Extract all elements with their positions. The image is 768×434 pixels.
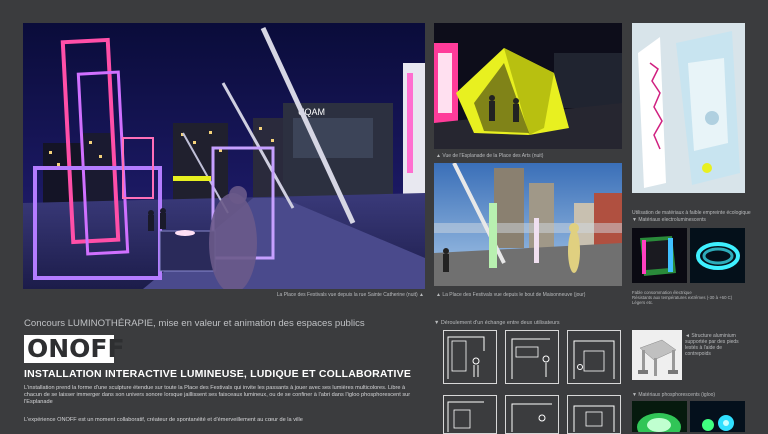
onoff-logo: ONOFF xyxy=(24,335,125,363)
day-render-photo xyxy=(434,163,622,286)
day-photo-caption: ▲ La Place des Festivals vue depuis le b… xyxy=(436,292,586,298)
sequence-title: ▼ Déroulement d'un échange entre deux ut… xyxy=(434,320,560,326)
igloo-photo-caption: ▲ Vue de l'Esplanade de la Place des Art… xyxy=(436,153,544,159)
project-tagline: L'expérience ONOFF est un moment collabo… xyxy=(24,417,303,423)
site-plan xyxy=(632,23,745,193)
materials-intro: Utilisation de matériaux à faible emprei… xyxy=(632,210,751,216)
structure-model-photo xyxy=(632,330,682,380)
onoff-logo-text: ONOFF xyxy=(27,334,125,363)
materials-electro-title: ▼ Matériaux electroluminescents xyxy=(632,217,706,223)
phospho-title: ▼ Matériaux phosphorescents (igloo) xyxy=(632,392,716,398)
electro-chair-photo xyxy=(632,228,687,283)
sketch-step-6 xyxy=(567,395,621,434)
sketch-step-3 xyxy=(567,330,621,384)
main-photo-caption: La Place des Festivals vue depuis la rue… xyxy=(276,292,424,298)
sketch-step-2 xyxy=(505,330,559,384)
sketch-step-5 xyxy=(505,395,559,434)
sketch-step-1 xyxy=(443,330,497,384)
electro-wire-photo xyxy=(690,228,745,283)
main-night-render: UQAM xyxy=(23,23,425,289)
sketch-step-4 xyxy=(443,395,497,434)
phospho-photo-1 xyxy=(632,401,687,432)
electro-note: Fable consommation électrique Résistants… xyxy=(632,290,733,305)
project-title: INSTALLATION INTERACTIVE LUMINEUSE, LUDI… xyxy=(24,368,412,380)
igloo-night-photo xyxy=(434,23,622,149)
project-description: L'installation prend la forme d'une scul… xyxy=(24,385,411,405)
contest-title: Concours LUMINOTHÉRAPIE, mise en valeur … xyxy=(24,318,365,329)
structure-note: ◄ Structure aluminium supportée par des … xyxy=(685,333,739,357)
poster-board: { "captions": { "main_photo": "La Place … xyxy=(0,0,768,434)
phospho-photo-2 xyxy=(690,401,745,432)
